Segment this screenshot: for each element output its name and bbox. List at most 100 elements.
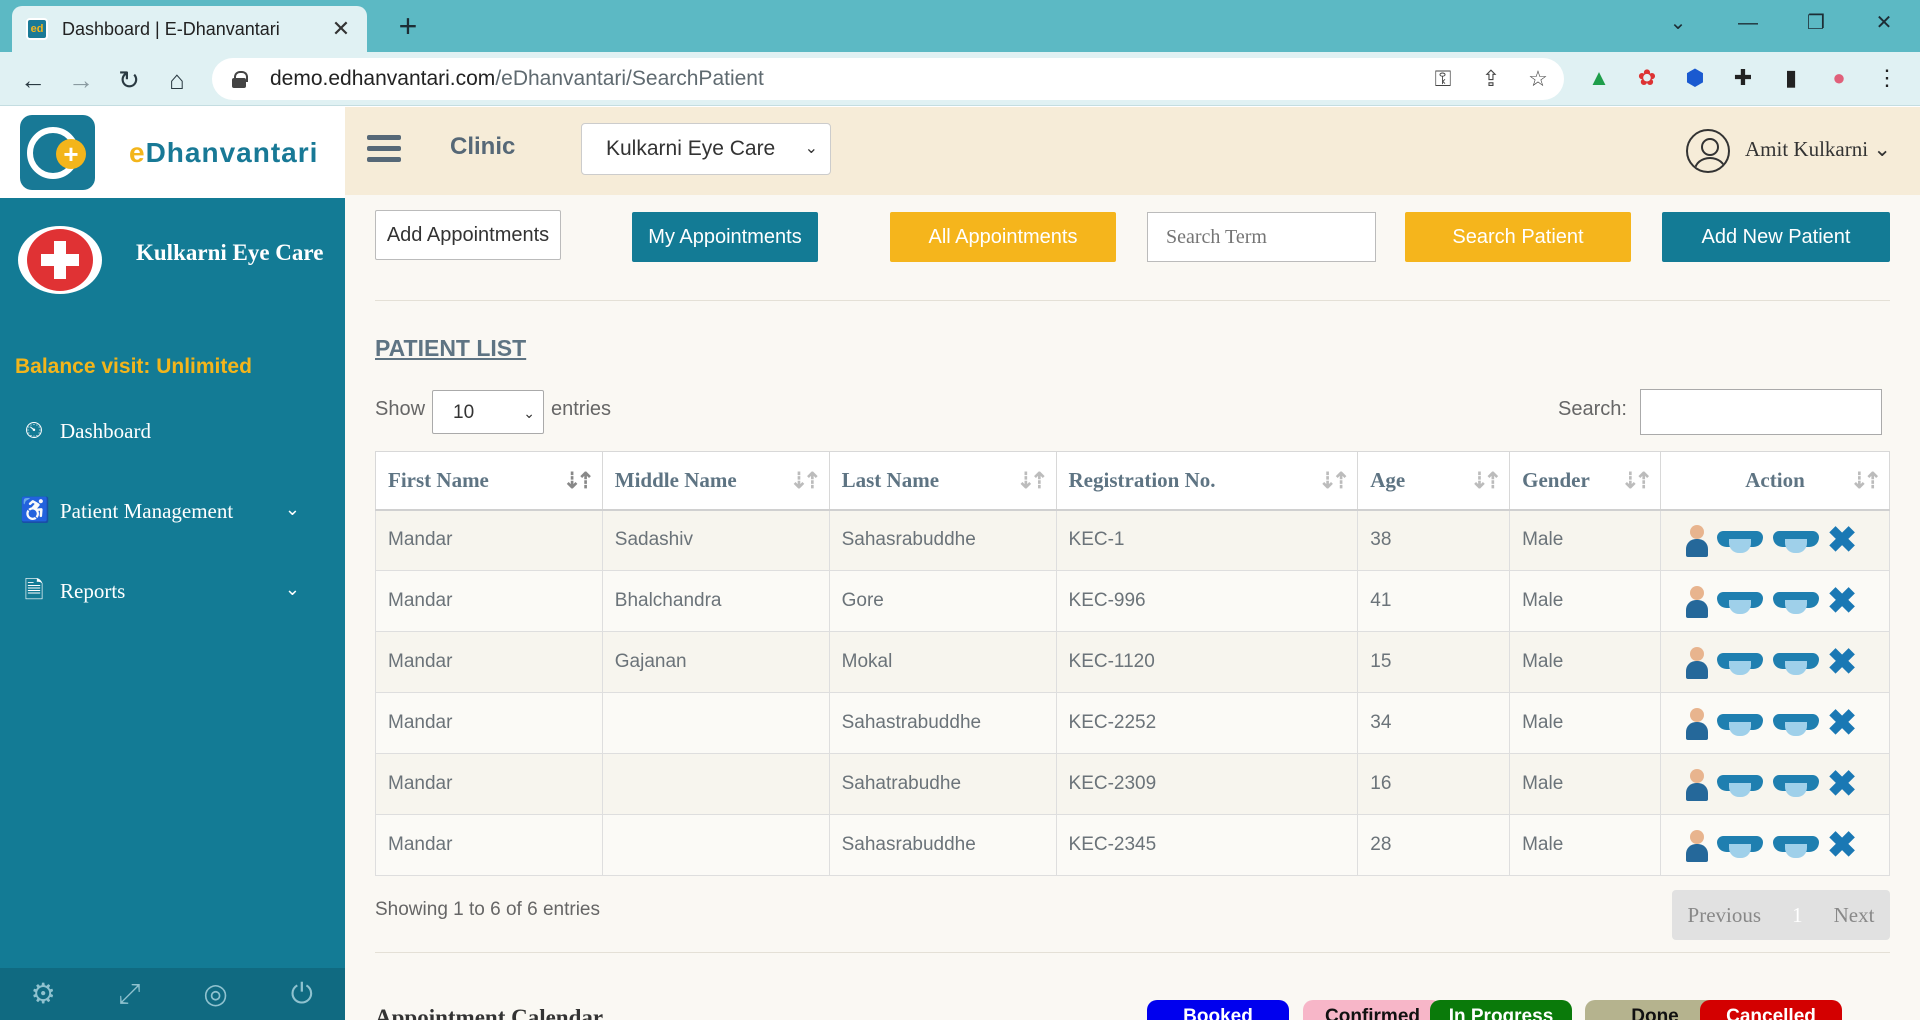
- browser-menu-icon[interactable]: ⋮: [1872, 63, 1902, 93]
- column-header-last-name[interactable]: Last Name ⇣⇡: [828, 451, 1057, 511]
- tab-close-icon[interactable]: ✕: [329, 16, 353, 42]
- delete-icon[interactable]: ✖: [1827, 583, 1857, 619]
- delete-icon[interactable]: ✖: [1827, 522, 1857, 558]
- add-new-patient-button[interactable]: Add New Patient: [1662, 212, 1890, 262]
- url-field[interactable]: demo.edhanvantari.com/eDhanvantari/Searc…: [212, 58, 1564, 100]
- logo-icon: +: [20, 115, 95, 190]
- column-header-action[interactable]: Action ⇣⇡: [1660, 451, 1890, 511]
- sidebar-item-dashboard[interactable]: ⏲ Dashboard: [20, 411, 320, 451]
- table-row: Mandar Sahasrabuddhe KEC-2345 28 Male ✖: [375, 814, 1890, 876]
- key-icon[interactable]: ⚿: [1428, 65, 1458, 93]
- handshake-icon[interactable]: [1715, 708, 1765, 738]
- page-1-button[interactable]: 1: [1792, 903, 1803, 928]
- doctor-icon[interactable]: [1685, 706, 1709, 740]
- handshake-icon[interactable]: [1715, 769, 1765, 799]
- sidebar: Kulkarni Eye Care Balance visit: Unlimit…: [0, 198, 345, 968]
- sidebar-item-patient-management[interactable]: ♿ Patient Management ⌄: [20, 491, 320, 531]
- home-icon[interactable]: ⌂: [160, 63, 194, 97]
- doctor-icon[interactable]: [1685, 523, 1709, 558]
- column-header-age[interactable]: Age ⇣⇡: [1357, 451, 1511, 511]
- handshake-icon[interactable]: [1771, 586, 1821, 616]
- main-content: Add Appointments My Appointments All App…: [345, 195, 1920, 1020]
- doctor-icon[interactable]: [1685, 584, 1709, 618]
- browser-tab[interactable]: ed Dashboard | E-Dhanvantari ✕: [12, 6, 367, 52]
- handshake-icon[interactable]: [1771, 830, 1821, 860]
- clinic-logo-icon: [18, 226, 102, 294]
- cell-first-name: Mandar: [375, 814, 603, 876]
- show-label: Show: [375, 398, 426, 420]
- balance-visit: Balance visit: Unlimited: [15, 355, 252, 378]
- sidebar-item-label: Patient Management: [60, 498, 234, 523]
- bookmark-star-icon[interactable]: ☆: [1523, 65, 1553, 93]
- cell-age: 38: [1357, 509, 1511, 571]
- handshake-icon[interactable]: [1771, 647, 1821, 677]
- cell-middle-name: [601, 753, 830, 815]
- document-icon: 🗎: [24, 578, 44, 604]
- cell-last-name: Sahasrabuddhe: [828, 814, 1057, 876]
- sidebar-item-reports[interactable]: 🗎 Reports ⌄: [20, 571, 320, 611]
- brand-header[interactable]: + eDhanvantari: [0, 107, 345, 198]
- handshake-icon[interactable]: [1715, 647, 1765, 677]
- extension-icon[interactable]: ⬢: [1680, 63, 1710, 93]
- clinic-select[interactable]: Kulkarni Eye Care ⌄: [581, 123, 831, 175]
- previous-page-button[interactable]: Previous: [1688, 903, 1762, 928]
- handshake-icon[interactable]: [1715, 586, 1765, 616]
- lock-icon[interactable]: [232, 71, 248, 88]
- chevron-down-icon: ⌄: [804, 140, 818, 157]
- cell-age: 34: [1357, 692, 1511, 754]
- reload-icon[interactable]: ↻: [112, 63, 146, 97]
- hamburger-menu-icon[interactable]: [367, 135, 401, 165]
- settings-icon[interactable]: ⚙: [26, 977, 60, 1011]
- window-close-icon[interactable]: ✕: [1864, 8, 1904, 38]
- doctor-icon[interactable]: [1685, 645, 1709, 679]
- sort-icon: ⇣⇡: [1850, 468, 1882, 493]
- delete-icon[interactable]: ✖: [1827, 644, 1857, 680]
- fullscreen-icon[interactable]: ⤢: [112, 977, 146, 1011]
- user-menu[interactable]: Amit Kulkarni ⌄: [1745, 137, 1891, 162]
- side-panel-icon[interactable]: ▮: [1776, 63, 1806, 93]
- forward-icon[interactable]: →: [64, 63, 98, 97]
- column-header-gender[interactable]: Gender ⇣⇡: [1509, 451, 1661, 511]
- wheelchair-icon: ♿: [20, 498, 50, 524]
- doctor-icon[interactable]: [1685, 828, 1709, 862]
- favicon-icon: ed: [26, 18, 48, 40]
- my-appointments-button[interactable]: My Appointments: [632, 212, 818, 262]
- delete-icon[interactable]: ✖: [1827, 705, 1857, 741]
- restore-icon[interactable]: ❐: [1796, 8, 1836, 38]
- handshake-icon[interactable]: [1771, 525, 1821, 555]
- user-avatar-icon[interactable]: [1686, 129, 1730, 173]
- handshake-icon[interactable]: [1771, 769, 1821, 799]
- entries-per-page-select[interactable]: 10 ⌄: [432, 390, 544, 434]
- power-icon[interactable]: ⏻: [285, 977, 319, 1011]
- handshake-icon[interactable]: [1771, 708, 1821, 738]
- handshake-icon[interactable]: [1715, 525, 1765, 555]
- cell-age: 28: [1357, 814, 1511, 876]
- column-header-middle-name[interactable]: Middle Name ⇣⇡: [601, 451, 830, 511]
- next-page-button[interactable]: Next: [1834, 903, 1875, 928]
- delete-icon[interactable]: ✖: [1827, 827, 1857, 863]
- handshake-icon[interactable]: [1715, 830, 1765, 860]
- entries-label: entries: [551, 398, 612, 420]
- minimize-icon[interactable]: —: [1728, 8, 1768, 38]
- doctor-icon[interactable]: [1685, 767, 1709, 801]
- new-tab-button[interactable]: +: [392, 8, 424, 44]
- all-appointments-button[interactable]: All Appointments: [890, 212, 1116, 262]
- profile-icon[interactable]: ●: [1824, 63, 1854, 93]
- puzzle-icon[interactable]: ✚: [1728, 63, 1758, 93]
- tab-search-icon[interactable]: ⌄: [1658, 8, 1698, 38]
- color-picker-icon[interactable]: ✿: [1632, 63, 1662, 93]
- column-header-first-name[interactable]: First Name ⇣⇡: [375, 451, 603, 511]
- drive-icon[interactable]: ▲: [1584, 63, 1614, 93]
- add-appointments-button[interactable]: Add Appointments: [375, 210, 561, 260]
- search-term-input[interactable]: [1147, 212, 1376, 262]
- back-icon[interactable]: ←: [16, 63, 50, 97]
- share-icon[interactable]: ⇪: [1476, 65, 1506, 93]
- patient-list-title: PATIENT LIST: [375, 335, 527, 361]
- delete-icon[interactable]: ✖: [1827, 766, 1857, 802]
- cell-middle-name: [601, 692, 830, 754]
- table-row: Mandar Sahastrabuddhe KEC-2252 34 Male ✖: [375, 692, 1890, 754]
- column-header-registration-no[interactable]: Registration No. ⇣⇡: [1055, 451, 1359, 511]
- hide-icon[interactable]: ◎: [199, 977, 233, 1011]
- table-search-input[interactable]: [1640, 389, 1882, 435]
- search-patient-button[interactable]: Search Patient: [1405, 212, 1631, 262]
